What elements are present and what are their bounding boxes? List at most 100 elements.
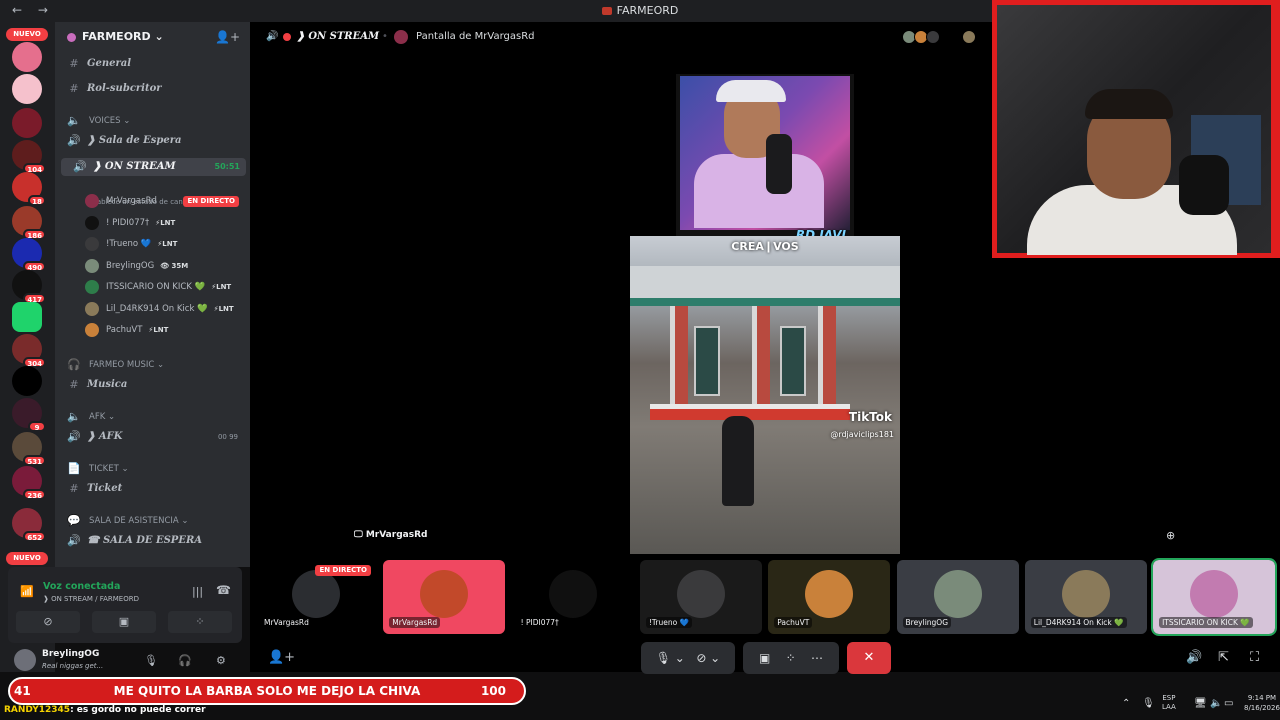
server-icon[interactable]: 9	[12, 398, 46, 432]
headphones-icon[interactable]: 🎧	[178, 654, 192, 667]
voice-icon: 🔊	[266, 31, 279, 42]
disconnect-icon[interactable]: ☎	[216, 583, 231, 597]
participant-tile[interactable]: Lil_D4RK914 On Kick 💚	[1024, 560, 1147, 634]
settings-gear-icon[interactable]: ⚙	[216, 654, 226, 667]
stage-channel-name[interactable]: 🔊 ❱ ON STREAM	[266, 31, 379, 42]
channel-category[interactable]: 💬 SALA DE ASISTENCIA ⌄	[55, 512, 250, 530]
activities-button[interactable]: ⁘	[168, 611, 232, 633]
channel-label: AFK ⌄	[89, 412, 116, 422]
voice-channel[interactable]: 🔊 ❱ Sala de Espera	[55, 132, 250, 150]
volume-tray-icon[interactable]: 🔈	[1210, 698, 1222, 709]
text-channel[interactable]: # Rol-subcritor	[55, 80, 250, 98]
network-icon[interactable]: 🖥	[1194, 698, 1207, 709]
server-icon[interactable]	[12, 108, 42, 138]
zoom-icon[interactable]: ⊕	[1166, 529, 1175, 542]
channel-category[interactable]: 🎧 FARMEO MUSIC ⌄	[55, 356, 250, 374]
voice-channel-path[interactable]: ❱ ON STREAM / FARMEORD	[43, 595, 139, 603]
mention-count: 652	[23, 531, 46, 542]
voice-channel[interactable]: 🔊 ☎ SALA DE ESPERA	[55, 532, 250, 550]
voice-user[interactable]: Lil_D4RK914 On Kick 💚 ⚡LNT	[85, 300, 245, 318]
server-icon[interactable]	[12, 302, 42, 332]
voice-user[interactable]: MrVargasRd EN DIRECTO	[85, 192, 245, 210]
user-tag: ⚡LNT	[213, 304, 234, 313]
invite-icon[interactable]: 👤+	[215, 30, 240, 44]
voice-user[interactable]: ! PIDI077† ⚡LNT	[85, 214, 245, 232]
server-name[interactable]: FARMEORD ⌄	[67, 30, 164, 43]
mic-camera-group: 🎙 ⌄ ⊘ ⌄	[641, 642, 735, 674]
server-icon[interactable]: 104	[12, 140, 46, 174]
avatar	[85, 194, 99, 208]
avatar	[805, 570, 854, 618]
battery-icon[interactable]: ▭	[1224, 698, 1233, 709]
channel-label: ❱ Sala de Espera	[87, 135, 182, 146]
fullscreen-icon[interactable]: ⛶	[1250, 650, 1259, 665]
avatar[interactable]	[14, 649, 36, 671]
game-character	[722, 416, 754, 506]
noise-suppression-icon[interactable]: |||	[192, 585, 203, 598]
server-icon[interactable]: 186	[12, 206, 46, 240]
invite-to-call-icon[interactable]: 👤+	[268, 650, 295, 665]
participant-tile[interactable]: ITSSICARIO ON KICK 💚	[1151, 558, 1278, 636]
microphone-icon[interactable]: 🎙 ⌄	[656, 651, 685, 665]
participant-name: ! PIDI077†	[517, 617, 562, 628]
language-indicator[interactable]: ESP LAA	[1162, 694, 1176, 712]
more-options-icon[interactable]: ⋯	[811, 651, 823, 665]
voice-channel[interactable]: 🔊 ❱ AFK 00 99	[55, 428, 250, 446]
text-channel[interactable]: # Musica	[55, 376, 250, 394]
text-channel[interactable]: # Ticket	[55, 480, 250, 498]
voice-user[interactable]: PachuVT ⚡LNT	[85, 321, 245, 339]
screen-share-icon[interactable]: ▣	[759, 651, 770, 665]
channel-category[interactable]: 🔈 AFK ⌄	[55, 408, 250, 426]
new-badge: NUEVO	[6, 552, 48, 565]
activities-icon[interactable]: ⁘	[786, 651, 796, 665]
volume-icon[interactable]: 🔊	[1186, 650, 1202, 665]
server-icon[interactable]: 652	[12, 508, 46, 542]
server-badge-icon	[67, 32, 76, 42]
disconnect-button[interactable]: ✕	[847, 642, 891, 674]
signal-icon[interactable]: 📶	[20, 585, 34, 598]
tray-expand-icon[interactable]: ⌃	[1122, 698, 1130, 709]
voice-channel[interactable]: 🔊 ❱ ON STREAM 50:51	[61, 158, 246, 176]
participant-tile[interactable]: BreylingOG	[896, 560, 1019, 634]
participant-avatar[interactable]	[962, 30, 976, 44]
participant-tile[interactable]: MrVargasRd EN DIRECTO	[255, 560, 377, 634]
participant-avatar[interactable]	[926, 30, 940, 44]
server-icon[interactable]: 304	[12, 334, 46, 368]
voice-user[interactable]: ITSSICARIO ON KICK 💚 ⚡LNT	[85, 278, 245, 296]
voice-user[interactable]: !Trueno 💙 ⚡LNT	[85, 235, 245, 253]
participant-tile[interactable]: MrVargasRd	[383, 560, 506, 634]
camera-off-button[interactable]: ⊘	[16, 611, 80, 633]
clock-time: 9:14 PM	[1247, 694, 1277, 702]
server-icon[interactable]	[12, 74, 42, 104]
popout-icon[interactable]: ⇱	[1218, 650, 1229, 665]
username[interactable]: BreylingOG	[42, 649, 99, 659]
new-badge: NUEVO	[6, 28, 48, 41]
server-icon[interactable]	[12, 366, 42, 396]
server-icon[interactable]: 531	[12, 432, 46, 466]
text-channel[interactable]: # General	[55, 55, 250, 73]
pump-island	[650, 404, 850, 420]
participant-tile[interactable]: PachuVT	[768, 560, 891, 634]
channel-category[interactable]: 🔈 VOICES ⌄	[55, 112, 250, 130]
screen-share-button[interactable]: ▣	[92, 611, 156, 633]
microphone-icon[interactable]: 🎙	[144, 654, 158, 667]
speaker-icon: 🔊	[67, 134, 81, 147]
user-tag: ⚡LNT	[157, 240, 178, 248]
server-icon[interactable]: 18	[12, 172, 46, 206]
mic-tray-icon[interactable]: 🎙	[1142, 698, 1155, 709]
voice-connection-panel: 📶 Voz conectada ❱ ON STREAM / FARMEORD |…	[8, 567, 242, 643]
participant-tile[interactable]: ! PIDI077†	[511, 560, 634, 634]
clock[interactable]: 9:14 PM 8/16/2026	[1244, 693, 1280, 713]
server-icon[interactable]: 490	[12, 238, 46, 272]
camera-off-icon[interactable]: ⊘ ⌄	[696, 651, 720, 665]
channel-category[interactable]: 📄 TICKET ⌄	[55, 460, 250, 478]
voice-connected-label[interactable]: Voz conectada	[43, 581, 120, 592]
participant-tile[interactable]: !Trueno 💙	[639, 560, 762, 634]
voice-user[interactable]: BreylingOG 👁 35M	[85, 257, 245, 275]
shared-screen-video[interactable]: CREA❙VOS TikTok @rdjaviclips181	[630, 236, 900, 554]
server-icon[interactable]	[12, 42, 42, 72]
server-icon[interactable]: 417	[12, 270, 46, 304]
chat-username: RANDY12345	[4, 705, 71, 715]
server-icon[interactable]: 236	[12, 466, 46, 500]
category-icon: 🔈	[67, 114, 81, 127]
